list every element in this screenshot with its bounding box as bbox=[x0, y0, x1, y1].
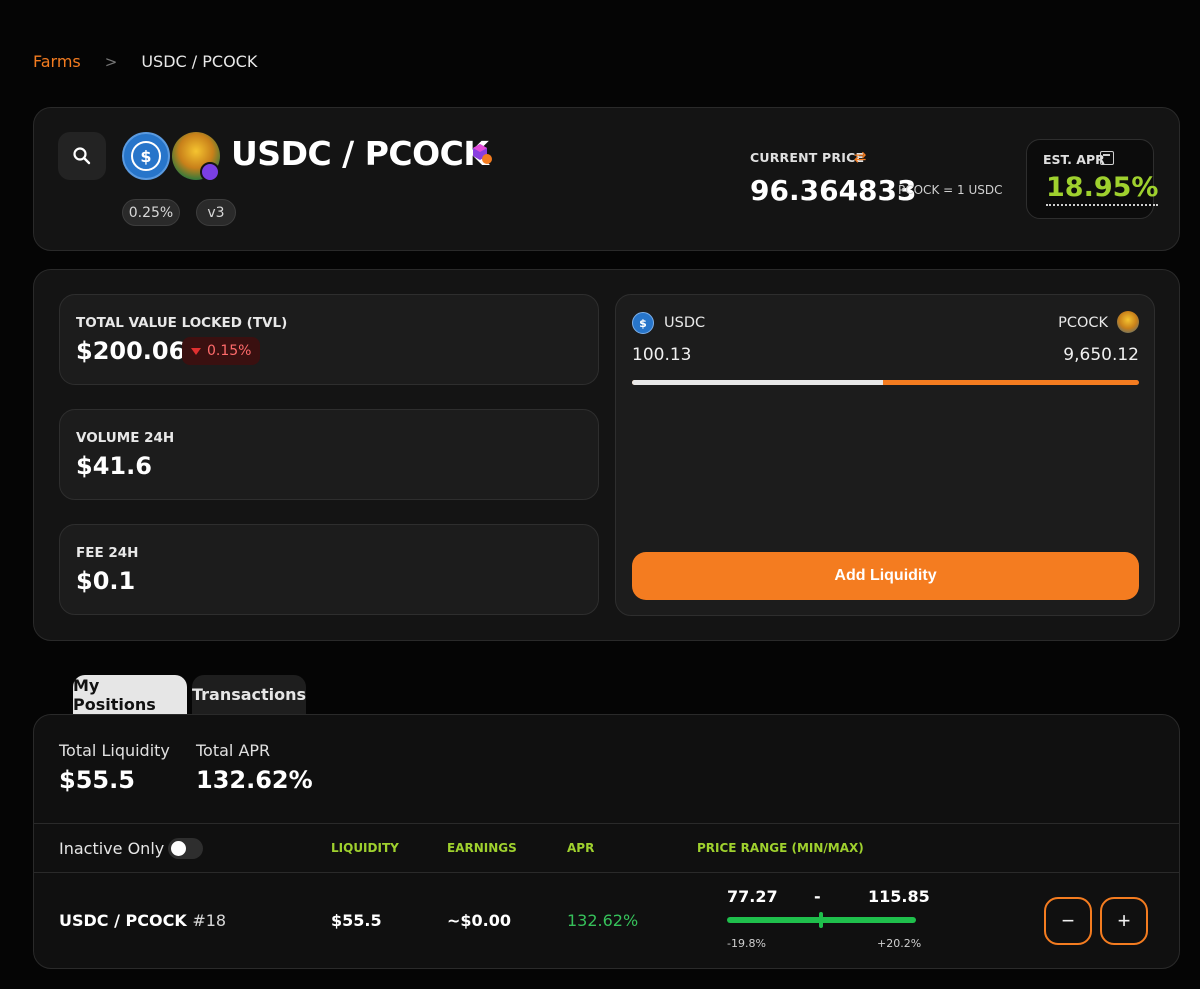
volume-stat: VOLUME 24H $41.6 bbox=[59, 409, 599, 500]
column-header-price-range: PRICE RANGE (MIN/MAX) bbox=[697, 841, 864, 855]
position-pair[interactable]: USDC / PCOCK #18 bbox=[59, 911, 226, 930]
price-unit: PCOCK = 1 USDC bbox=[898, 183, 1003, 197]
toggle-knob bbox=[171, 841, 186, 856]
positions-card: Total Liquidity $55.5 Total APR 132.62% … bbox=[33, 714, 1180, 969]
pcock-token-icon bbox=[1117, 311, 1139, 333]
fee-label: FEE 24H bbox=[76, 545, 139, 561]
swap-direction-icon[interactable]: ⇄ bbox=[854, 148, 867, 166]
column-header-earnings: EARNINGS bbox=[447, 841, 517, 855]
fee-tier-badge: 0.25% bbox=[122, 199, 180, 226]
calculator-icon[interactable] bbox=[1100, 151, 1114, 165]
tvl-value: $200.06 bbox=[76, 337, 186, 365]
page-title: USDC / PCOCK bbox=[231, 134, 489, 173]
pool-stats-card: TOTAL VALUE LOCKED (TVL) $200.06 0.15% V… bbox=[33, 269, 1180, 641]
increase-liquidity-button[interactable]: + bbox=[1100, 897, 1148, 945]
tvl-stat: TOTAL VALUE LOCKED (TVL) $200.06 0.15% bbox=[59, 294, 599, 385]
inactive-only-toggle[interactable] bbox=[168, 838, 203, 859]
pool-ratio-bar bbox=[632, 380, 1139, 385]
tvl-label: TOTAL VALUE LOCKED (TVL) bbox=[76, 315, 288, 331]
usdc-token-icon: $ bbox=[122, 132, 170, 180]
position-liquidity: $55.5 bbox=[331, 911, 382, 930]
search-button[interactable] bbox=[58, 132, 106, 180]
usdc-token-icon: $ bbox=[632, 312, 654, 334]
fee-stat: FEE 24H $0.1 bbox=[59, 524, 599, 615]
version-badge: v3 bbox=[196, 199, 236, 226]
pool-token-b-label: PCOCK bbox=[1058, 315, 1108, 331]
pool-token-b-amount: 9,650.12 bbox=[1063, 345, 1139, 365]
pool-composition-box: $ USDC PCOCK 100.13 9,650.12 Add Liquidi… bbox=[615, 294, 1155, 616]
down-triangle-icon bbox=[191, 347, 201, 355]
search-icon bbox=[73, 147, 91, 165]
tvl-change-value: 0.15% bbox=[207, 343, 252, 359]
column-header-apr: APR bbox=[567, 841, 595, 855]
network-badge-icon bbox=[200, 162, 220, 182]
range-separator: - bbox=[814, 887, 821, 906]
volume-label: VOLUME 24H bbox=[76, 430, 175, 446]
pair-header-card: $ USDC / PCOCK 0.25% v3 CURRENT PRICE ⇄ … bbox=[33, 107, 1180, 251]
divider bbox=[34, 823, 1179, 824]
est-apr-value: 18.95% bbox=[1046, 172, 1159, 206]
column-header-liquidity: LIQUIDITY bbox=[331, 841, 399, 855]
position-earnings: ~$0.00 bbox=[447, 911, 512, 930]
total-apr-label: Total APR bbox=[196, 741, 271, 760]
divider bbox=[34, 872, 1179, 873]
est-apr-box[interactable]: EST. APR 18.95% bbox=[1026, 139, 1159, 219]
current-price-value: 96.364833 bbox=[750, 174, 917, 207]
chain-hexagon-icon bbox=[473, 144, 492, 164]
pool-token-a-label: USDC bbox=[664, 315, 706, 331]
tvl-change-badge: 0.15% bbox=[182, 337, 261, 365]
remove-liquidity-button[interactable]: − bbox=[1044, 897, 1092, 945]
tab-transactions[interactable]: Transactions bbox=[192, 675, 306, 714]
current-price-label: CURRENT PRICE bbox=[750, 150, 865, 165]
position-apr: 132.62% bbox=[567, 911, 639, 930]
inactive-only-label: Inactive Only bbox=[59, 839, 165, 858]
volume-value: $41.6 bbox=[76, 452, 152, 480]
current-price-marker bbox=[819, 912, 823, 928]
range-min: 77.27 bbox=[727, 887, 778, 906]
position-pair-name: USDC / PCOCK bbox=[59, 911, 187, 930]
range-min-percent: -19.8% bbox=[727, 937, 766, 950]
total-liquidity-value: $55.5 bbox=[59, 766, 135, 794]
range-max: 115.85 bbox=[868, 887, 930, 906]
pool-ratio-fill bbox=[632, 380, 883, 385]
fee-value: $0.1 bbox=[76, 567, 136, 595]
position-id: #18 bbox=[192, 911, 227, 930]
breadcrumb-current: USDC / PCOCK bbox=[141, 52, 258, 71]
est-apr-label: EST. APR bbox=[1043, 152, 1105, 167]
total-apr-value: 132.62% bbox=[196, 766, 313, 794]
range-max-percent: +20.2% bbox=[877, 937, 922, 950]
breadcrumb-farms-link[interactable]: Farms bbox=[33, 52, 81, 71]
add-liquidity-button[interactable]: Add Liquidity bbox=[632, 552, 1139, 600]
pool-token-a-amount: 100.13 bbox=[632, 345, 692, 365]
tab-my-positions[interactable]: My Positions bbox=[73, 675, 187, 714]
chevron-right-icon: > bbox=[104, 52, 118, 71]
breadcrumb: Farms > USDC / PCOCK bbox=[33, 52, 257, 71]
total-liquidity-label: Total Liquidity bbox=[59, 741, 170, 760]
